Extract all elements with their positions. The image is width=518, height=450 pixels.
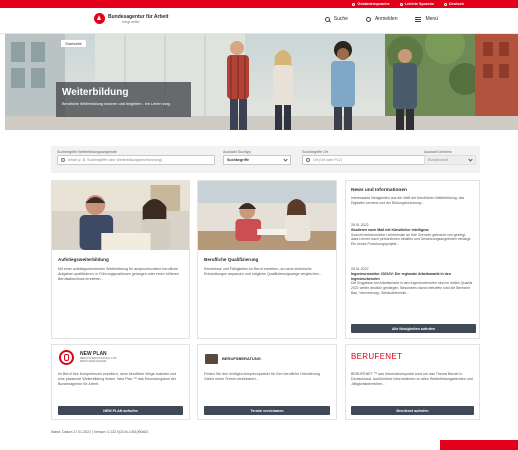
logo-text: Bundesagentur für Arbeit bringt weiter. [108, 14, 168, 24]
hamburger-menu-icon [415, 16, 422, 22]
site-logo[interactable]: Bundesagentur für Arbeit bringt weiter. [94, 13, 168, 24]
chevron-down-icon [468, 156, 473, 162]
search-type-field-group: Auswahl Suchtyp Suchbegriffe [223, 149, 291, 165]
ba-logo-icon [94, 13, 105, 24]
site-header: Bundesagentur für Arbeit bringt weiter. … [0, 8, 518, 34]
utility-bar: Gebärdensprache Leichte Sprache Deutsch [0, 0, 518, 8]
new-plan-logo-icon [59, 350, 74, 365]
utility-links: Gebärdensprache Leichte Sprache Deutsch [352, 0, 464, 8]
header-nav: Suche Anmelden Menü [324, 16, 438, 22]
card-text: Im Beruf Ihre Kompetenzen erweitern, neu… [58, 372, 177, 386]
login-button[interactable]: Anmelden [365, 16, 398, 22]
search-button[interactable]: Suche [324, 16, 348, 22]
appointment-button[interactable]: Termin vereinbaren [204, 406, 330, 415]
news-intro: Interessante Neuigkeiten aus der Welt de… [351, 196, 465, 205]
card-berufenet: BERUFENET BERUFENET ™ das Informationspo… [345, 344, 480, 420]
new-plan-button[interactable]: NEW PLAN aufrufen [58, 406, 183, 415]
berufenet-logo: BERUFENET [351, 352, 403, 361]
card-title: Berufliche Qualifizierung [204, 257, 259, 262]
search-icon [324, 16, 330, 22]
news-headline: Ingenieurmonitor 2021/IV: Der regionale … [351, 271, 451, 281]
keyword-placeholder: Inhalt (z. B. Suchbegriffe oder Weiterbi… [68, 158, 162, 162]
logo-claim: bringt weiter. [122, 19, 141, 24]
utility-link-sign-language[interactable]: Gebärdensprache [352, 2, 390, 6]
card-image-qualification [198, 181, 336, 250]
berufsberatung-logo-title: BERUFSBERATUNG [222, 356, 261, 361]
keyword-input[interactable]: Inhalt (z. B. Suchbegriffe oder Weiterbi… [57, 155, 215, 165]
sign-language-icon [352, 2, 356, 6]
card-berufsberatung: BERUFSBERATUNG Finden Sie den richtigen … [197, 344, 337, 420]
news-title: News und Informationen [351, 188, 407, 193]
menu-label: Menü [425, 16, 438, 22]
easy-language-icon [399, 2, 403, 6]
card-text: Kenntnisse und Fähigkeiten im Beruf erwe… [204, 267, 322, 276]
card-text: Mit einer aufstiegsorientierten Weiterbi… [58, 267, 179, 281]
version-info: Stand: Datum 27.01.2022 | Version: 0.132… [51, 430, 149, 434]
card-image-learning [52, 181, 189, 250]
news-item[interactable]: 05.01.2022 Ingenieurmonitor 2021/IV: Der… [351, 267, 474, 296]
new-plan-logo-sub: BERUFSORIENTIERUNG FÜR BERUFSERFAHRENE [80, 357, 117, 364]
course-search-form: Suchbegriffe Weiterbildungsangebote Inha… [51, 146, 480, 173]
hero-banner: Startseite Weiterbildung Berufliche Weit… [5, 34, 518, 130]
card-berufliche-qualifizierung[interactable]: Berufliche Qualifizierung Kenntnisse und… [197, 180, 337, 339]
radius-field-group: Auswahl Umkreis Bundesweit [424, 149, 476, 165]
utility-link-label: Gebärdensprache [357, 2, 390, 6]
berufenet-button[interactable]: Berufenet aufrufen [351, 406, 474, 415]
location-search-icon [306, 158, 310, 162]
news-teaser: Die Engpässe am Arbeitsmarkt in den Inge… [351, 281, 473, 295]
language-selector[interactable]: Deutsch [444, 2, 464, 6]
utility-link-label: Leichte Sprache [404, 2, 435, 6]
card-aufstiegsweiterbildung[interactable]: Aufstiegsweiterbildung Mit einer aufstie… [51, 180, 190, 339]
radius-select[interactable]: Bundesweit [424, 155, 476, 165]
menu-button[interactable]: Menü [415, 16, 438, 22]
page-subtitle: Berufliche Weiterbildung machen und begl… [62, 102, 171, 106]
search-type-select[interactable]: Suchbegriffe [223, 155, 291, 165]
berufsberatung-logo-icon [205, 354, 218, 364]
utility-link-easy-language[interactable]: Leichte Sprache [399, 2, 435, 6]
breadcrumb-home[interactable]: Startseite [61, 40, 86, 47]
location-placeholder: Ort (Ort oder PLZ) [313, 158, 343, 162]
news-panel: News und Informationen Interessante Neui… [345, 180, 480, 339]
search-label: Suche [333, 16, 348, 22]
user-icon [365, 16, 371, 22]
page-title: Weiterbildung [62, 87, 129, 98]
keyword-field-group: Suchbegriffe Weiterbildungsangebote Inha… [57, 149, 215, 165]
search-type-value: Suchbegriffe [227, 158, 249, 162]
hero-text-box: Weiterbildung Berufliche Weiterbildung m… [56, 82, 191, 117]
globe-icon [444, 2, 448, 6]
language-label: Deutsch [449, 2, 464, 6]
news-teaser: Sowohl herkömmliche Lehrformate an Ihre … [351, 232, 472, 247]
radius-value: Bundesweit [428, 158, 449, 162]
news-item[interactable]: 28.01.2022 Studieren nach Maß mit Künstl… [351, 223, 474, 247]
card-title: Aufstiegsweiterbildung [58, 257, 109, 262]
chevron-down-icon [283, 156, 288, 162]
all-news-button[interactable]: Alle Neuigkeiten aufrufen [351, 324, 476, 333]
card-text: Finden Sie den richtigen Ansprechpartner… [204, 372, 321, 381]
card-text: BERUFENET ™ das Informationsportal rund … [351, 372, 473, 386]
search-icon [61, 158, 65, 162]
login-label: Anmelden [374, 16, 398, 22]
feedback-tab[interactable] [440, 440, 518, 450]
card-new-plan: NEW PLAN BERUFSORIENTIERUNG FÜR BERUFSER… [51, 344, 190, 420]
